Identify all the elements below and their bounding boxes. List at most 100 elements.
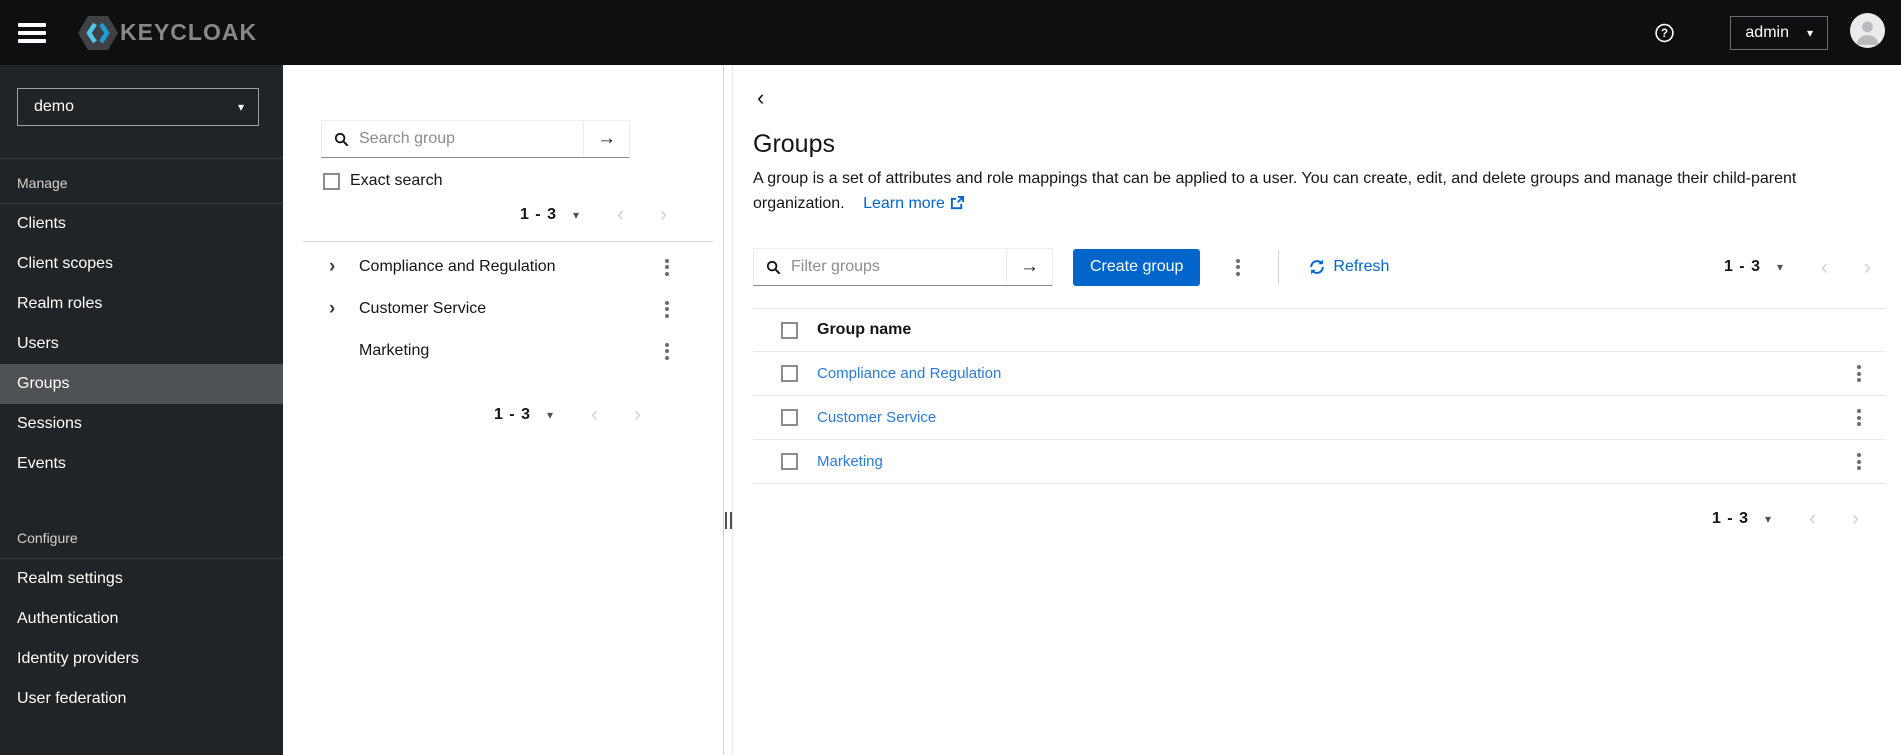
keycloak-hexagon-icon [78,15,118,50]
toolbar-kebab-menu-icon[interactable] [1230,252,1246,282]
select-all-checkbox[interactable] [781,321,798,339]
kebab-menu-icon[interactable] [659,252,675,282]
search-submit-button[interactable]: → [583,121,629,157]
sidebar-item-realm-settings[interactable]: Realm settings [0,559,283,599]
chevron-down-icon: ▾ [237,100,244,114]
chevron-down-icon: ▾ [1806,25,1813,40]
create-group-button[interactable]: Create group [1073,248,1201,286]
pagination-prev-button[interactable]: ‹ [591,404,598,425]
expand-chevron-icon[interactable]: › [329,298,359,320]
pagination-menu-caret-icon[interactable]: ▾ [547,409,553,421]
group-search: → [321,120,630,158]
realm-selector[interactable]: demo ▾ [17,88,259,126]
expand-chevron-icon[interactable]: › [329,256,359,278]
groups-table: Group name Compliance and Regulation Cus… [753,308,1885,484]
group-tree: › Compliance and Regulation › Customer S… [283,246,723,372]
filter-groups-search: → [753,248,1053,286]
divider [1278,250,1280,284]
row-kebab-menu-icon[interactable] [1851,447,1867,477]
sidebar-item-identity-providers[interactable]: Identity providers [0,639,283,679]
sidebar-item-events[interactable]: Events [0,444,283,484]
filter-groups-input[interactable] [781,249,1006,285]
group-name-link[interactable]: Compliance and Regulation [817,365,1001,382]
pagination-range[interactable]: 1 - 3 [1724,258,1761,276]
avatar[interactable] [1850,12,1885,53]
keycloak-logo[interactable]: KEYCLOAK [78,15,257,51]
group-name-link[interactable]: Customer Service [817,409,936,426]
sidebar-item-authentication[interactable]: Authentication [0,599,283,639]
tree-item-label[interactable]: Compliance and Regulation [359,258,659,276]
collapse-drawer-chevron-icon[interactable]: ‹ [753,87,768,109]
pagination-menu-caret-icon[interactable]: ▾ [1765,513,1771,525]
refresh-icon [1310,259,1325,275]
sidebar-item-user-federation[interactable]: User federation [0,679,283,719]
splitter-drag-handle-icon[interactable] [725,512,732,529]
nav-section-configure: Configure [17,530,78,546]
pagination-prev-button[interactable]: ‹ [1821,257,1828,278]
external-link-icon [950,195,964,210]
group-tree-panel: → Exact search 1 - 3 ▾ ‹ › › Compliance … [283,65,723,755]
pagination-range[interactable]: 1 - 3 [494,406,531,424]
sidebar-item-realm-roles[interactable]: Realm roles [0,284,283,324]
exact-search-label: Exact search [350,172,443,189]
nav-section-manage: Manage [17,175,68,191]
divider [303,241,713,242]
tree-item-label[interactable]: Marketing [359,342,659,360]
masthead: KEYCLOAK ? admin ▾ [0,0,1901,65]
filter-submit-button[interactable]: → [1006,249,1052,285]
username: admin [1745,23,1789,41]
table-row: Compliance and Regulation [753,352,1885,396]
user-menu-dropdown[interactable]: admin ▾ [1730,15,1828,50]
row-kebab-menu-icon[interactable] [1851,403,1867,433]
pagination-range[interactable]: 1 - 3 [1712,510,1749,528]
row-checkbox[interactable] [781,365,798,382]
realm-name: demo [34,98,75,115]
search-icon [322,121,349,157]
row-checkbox[interactable] [781,409,798,426]
pagination-next-button[interactable]: › [660,204,667,225]
pagination-next-button[interactable]: › [1852,508,1859,529]
column-header-group-name: Group name [817,321,912,338]
sidebar-item-clients[interactable]: Clients [0,204,283,244]
sidebar-item-users[interactable]: Users [0,324,283,364]
learn-more-link[interactable]: Learn more [863,195,965,212]
kebab-menu-icon[interactable] [659,336,675,366]
pagination-menu-caret-icon[interactable]: ▾ [1777,261,1783,273]
table-header-row: Group name [753,308,1885,352]
tree-item: › Customer Service [283,288,723,330]
brand-text: KEYCLOAK [120,19,258,45]
sidebar: demo ▾ Manage Clients Client scopes Real… [0,65,283,755]
tree-pagination-top: 1 - 3 ▾ ‹ › [283,204,667,225]
page-description: A group is a set of attributes and role … [753,166,1885,216]
table-row: Customer Service [753,396,1885,440]
sidebar-item-sessions[interactable]: Sessions [0,404,283,444]
nav-toggle-hamburger-icon[interactable] [18,22,46,43]
sidebar-item-groups[interactable]: Groups [0,364,283,404]
pagination-menu-caret-icon[interactable]: ▾ [573,209,579,221]
search-group-input[interactable] [349,121,583,157]
group-name-link[interactable]: Marketing [817,453,883,470]
tree-pagination-bottom: 1 - 3 ▾ ‹ › [283,404,641,425]
kebab-menu-icon[interactable] [659,294,675,324]
help-icon[interactable]: ? [1653,23,1676,43]
panel-splitter [723,65,733,755]
svg-text:?: ? [1661,28,1668,40]
refresh-label: Refresh [1333,258,1390,275]
exact-search-checkbox[interactable] [323,172,340,190]
pagination-next-button[interactable]: › [634,404,641,425]
search-icon [754,249,781,285]
sidebar-item-client-scopes[interactable]: Client scopes [0,244,283,284]
pagination-range[interactable]: 1 - 3 [520,206,557,224]
refresh-button[interactable]: Refresh [1309,258,1389,276]
tree-item-label[interactable]: Customer Service [359,300,659,318]
row-kebab-menu-icon[interactable] [1851,359,1867,389]
groups-toolbar: → Create group Refresh 1 - 3 ▾ ‹ › [753,246,1885,288]
pagination-prev-button[interactable]: ‹ [617,204,624,225]
groups-main-panel: ‹ Groups A group is a set of attributes … [733,65,1901,755]
pagination-next-button[interactable]: › [1864,257,1871,278]
exact-search-option: Exact search [323,172,723,190]
row-checkbox[interactable] [781,453,798,470]
table-row: Marketing [753,440,1885,484]
tree-item: › Compliance and Regulation [283,246,723,288]
pagination-prev-button[interactable]: ‹ [1809,508,1816,529]
